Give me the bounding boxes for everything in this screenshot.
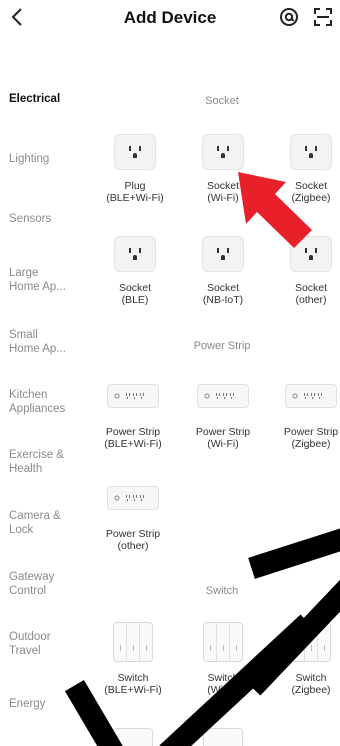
device-tile-power-strip-other[interactable]: Power Strip (other) [88,486,178,552]
switch-row-partial [203,728,243,746]
device-label: Switch (Zigbee) [291,672,331,696]
device-tile-switch-wifi[interactable]: Switch (Wi-Fi) [178,622,268,696]
device-label: Power Strip (Zigbee) [283,426,339,450]
device-tile-plug-ble-wifi[interactable]: Plug (BLE+Wi-Fi) [90,134,180,204]
sidebar-item-electrical[interactable]: Electrical [9,92,99,106]
device-label: Power Strip (Wi-Fi) [195,426,251,450]
socket-icon [114,236,156,272]
device-label: Switch (Wi-Fi) [207,672,239,696]
switch-icon [291,622,331,662]
device-label: Power Strip (BLE+Wi-Fi) [104,426,162,450]
device-label: Power Strip (other) [105,528,161,552]
socket-icon [114,134,156,170]
switch-icon [203,622,243,662]
device-tile-power-strip-zigbee[interactable]: Power Strip (Zigbee) [266,384,340,450]
switch-icon [113,622,153,662]
sidebar-item-gateway-control[interactable]: Gateway Control [9,570,99,598]
device-label: Socket (BLE) [118,282,152,306]
sidebar-item-outdoor-travel[interactable]: Outdoor Travel [9,630,99,658]
power-strip-icon [107,486,159,510]
device-label: Switch (BLE+Wi-Fi) [104,672,162,696]
switch-row-partial [113,728,153,746]
device-label: Socket (other) [294,282,328,306]
power-strip-icon [285,384,337,408]
sidebar-item-large-home-appliances[interactable]: Large Home Ap... [9,266,99,294]
section-title-power-strip: Power Strip [193,340,251,352]
sidebar-item-sensors[interactable]: Sensors [9,212,99,226]
section-title-socket: Socket [205,95,239,107]
device-tile-switch-zigbee[interactable]: Switch (Zigbee) [266,622,340,696]
sidebar-item-exercise-health[interactable]: Exercise & Health [9,448,99,476]
sidebar-item-kitchen-appliances[interactable]: Kitchen Appliances [9,388,99,416]
device-label: Socket (NB-IoT) [202,282,244,306]
section-title-switch: Switch [205,585,239,597]
device-tile-power-strip-ble-wifi[interactable]: Power Strip (BLE+Wi-Fi) [88,384,178,450]
sidebar-item-energy[interactable]: Energy [9,697,99,711]
sidebar-item-small-home-appliances[interactable]: Small Home Ap... [9,328,99,356]
header: Add Device [0,0,340,36]
device-tile-socket-ble[interactable]: Socket (BLE) [90,236,180,306]
power-strip-icon [197,384,249,408]
scan-icon [314,8,332,26]
scan-button[interactable] [312,6,334,28]
at-sign-button[interactable] [278,6,300,28]
device-tile-switch-ble-wifi[interactable]: Switch (BLE+Wi-Fi) [88,622,178,696]
sidebar-item-camera-lock[interactable]: Camera & Lock [9,509,99,537]
power-strip-icon [107,384,159,408]
device-tile-power-strip-wifi[interactable]: Power Strip (Wi-Fi) [178,384,268,450]
sidebar-item-lighting[interactable]: Lighting [9,152,99,166]
at-sign-icon [280,8,298,26]
device-label: Plug (BLE+Wi-Fi) [106,180,164,204]
red-arrow-icon [238,172,312,248]
